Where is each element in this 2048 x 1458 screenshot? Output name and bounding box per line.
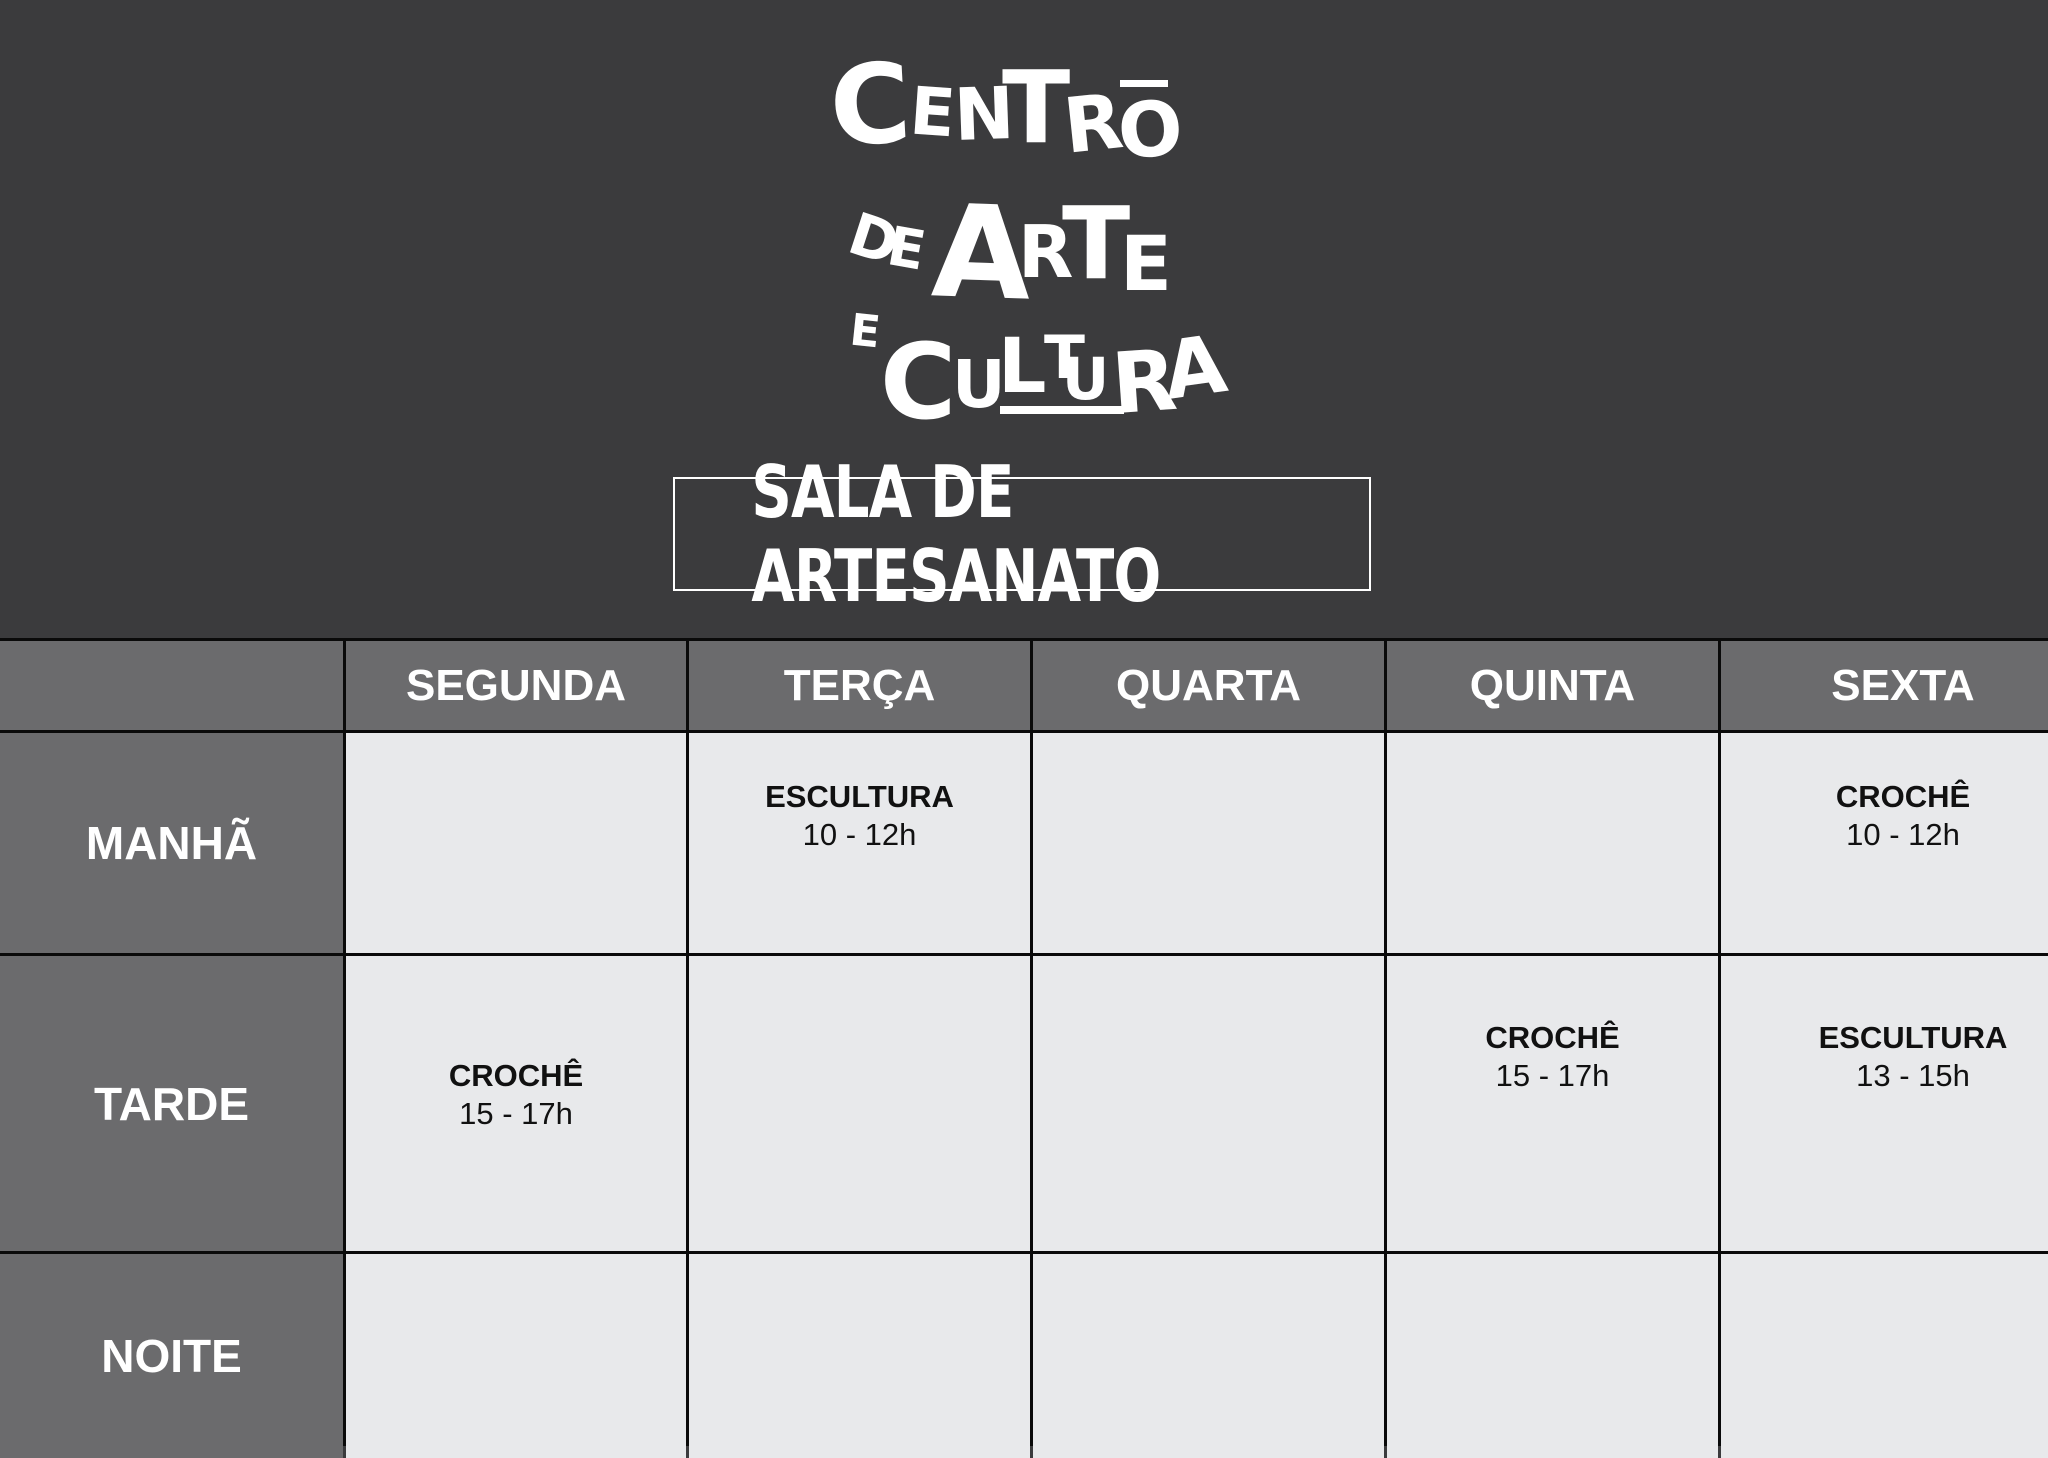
room-title: SALA DE ARTESANATO: [751, 450, 1161, 618]
slot-tarde-segunda: CROCHÊ 15 - 17h: [346, 956, 686, 1251]
slot-manha-segunda: [346, 733, 686, 953]
period-header-tarde: TARDE: [0, 956, 343, 1251]
activity-time: 10 - 12h: [1846, 817, 1960, 852]
slot-noite-sexta: [1721, 1254, 2048, 1458]
slot-noite-quinta: [1387, 1254, 1718, 1458]
day-header-terca: TERÇA: [689, 641, 1030, 730]
slot-tarde-terca: [689, 956, 1030, 1251]
day-header-segunda: SEGUNDA: [346, 641, 686, 730]
slot-manha-quinta: [1387, 733, 1718, 953]
activity-name: CROCHÊ: [1485, 1020, 1620, 1055]
schedule-page: C E N T R O D E A R T E E C U L T U R A …: [0, 0, 2048, 1458]
activity-time: 15 - 17h: [1495, 1058, 1610, 1093]
schedule-table: SEGUNDA TERÇA QUARTA QUINTA SEXTA MANHÃ …: [0, 638, 2048, 1458]
activity-name: CROCHÊ: [1835, 779, 1971, 814]
period-header-manha: MANHÃ: [0, 733, 343, 953]
activity-time: 15 - 17h: [459, 1096, 573, 1131]
activity-name: CROCHÊ: [448, 1058, 584, 1093]
slot-tarde-quinta: CROCHÊ 15 - 17h: [1387, 956, 1718, 1251]
day-header-quinta: QUINTA: [1387, 641, 1718, 730]
day-header-quarta: QUARTA: [1033, 641, 1384, 730]
slot-manha-sexta: CROCHÊ 10 - 12h: [1721, 733, 2048, 953]
table-corner-cell: [0, 641, 343, 730]
centro-de-arte-e-cultura-logo: C E N T R O D E A R T E E C U L T U R A: [826, 38, 1233, 443]
slot-tarde-sexta: ESCULTURA 13 - 15h: [1721, 956, 2048, 1251]
period-header-noite: NOITE: [0, 1254, 343, 1458]
activity-time: 10 - 12h: [802, 817, 917, 852]
slot-noite-quarta: [1033, 1254, 1384, 1458]
day-header-sexta: SEXTA: [1721, 641, 2048, 730]
slot-manha-terca: ESCULTURA 10 - 12h: [689, 733, 1030, 953]
slot-noite-segunda: [346, 1254, 686, 1458]
slot-tarde-quarta: [1033, 956, 1384, 1251]
slot-noite-terca: [689, 1254, 1030, 1458]
activity-name: ESCULTURA: [1818, 1020, 2008, 1055]
slot-manha-quarta: [1033, 733, 1384, 953]
room-title-box: SALA DE ARTESANATO: [673, 450, 1371, 618]
activity-name: ESCULTURA: [765, 779, 954, 814]
activity-time: 13 - 15h: [1856, 1058, 1970, 1093]
